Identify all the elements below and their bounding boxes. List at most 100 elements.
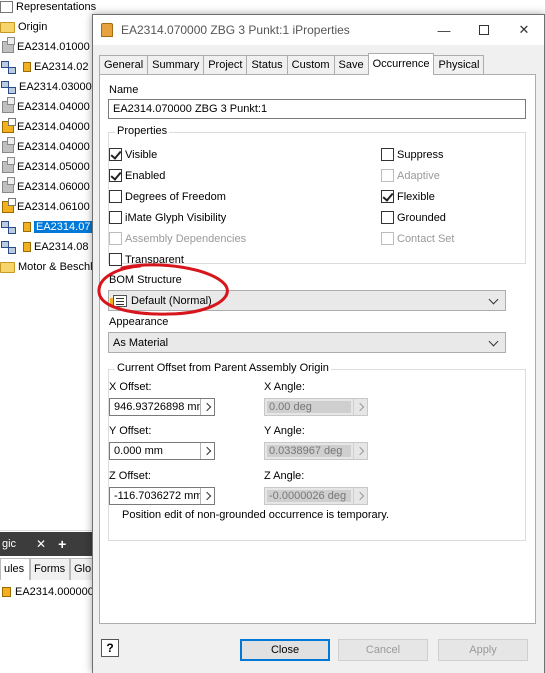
x-angle-input: 0.00 deg: [264, 398, 368, 416]
tree-row[interactable]: EA2314.04000: [0, 97, 90, 117]
tree-row-selected[interactable]: EA2314.07: [0, 217, 93, 237]
chevron-right-icon: [353, 488, 367, 504]
title-bar: EA2314.070000 ZBG 3 Punkt:1 iProperties …: [93, 15, 544, 45]
contact-set-checkbox: Contact Set: [381, 232, 454, 245]
add-icon[interactable]: +: [58, 536, 66, 552]
z-angle-input: -0.0000026 deg: [264, 487, 368, 505]
chevron-right-icon: [353, 399, 367, 415]
tab-custom[interactable]: Custom: [286, 55, 335, 75]
tree-row[interactable]: EA2314.06100: [0, 197, 90, 217]
chevron-right-icon[interactable]: [200, 443, 214, 459]
checkbox-icon: [109, 232, 122, 245]
tree-row-motor[interactable]: Motor & Beschl: [0, 257, 93, 277]
visible-checkbox[interactable]: Visible: [109, 148, 157, 161]
degrees-of-freedom-checkbox[interactable]: Degrees of Freedom: [109, 190, 226, 203]
assembly-icon: [0, 220, 16, 234]
assembly-icon: [0, 60, 16, 74]
close-button[interactable]: Close: [240, 639, 330, 661]
ilogic-subtabs: ules Forms Glo: [0, 558, 100, 580]
y-angle-label: Y Angle:: [264, 425, 305, 437]
chevron-right-icon[interactable]: [200, 488, 214, 504]
chevron-down-icon: [487, 333, 501, 352]
transparent-checkbox[interactable]: Transparent: [109, 253, 184, 266]
maximize-button[interactable]: [464, 23, 504, 38]
maximize-icon: [479, 24, 489, 35]
folder-icon: [0, 21, 15, 33]
temporary-edit-note: Position edit of non-grounded occurrence…: [122, 509, 389, 521]
assembly-icon: [0, 80, 16, 94]
checkbox-icon: [109, 190, 122, 203]
tree-row[interactable]: EA2314.06000: [0, 177, 90, 197]
tree-row-origin[interactable]: Origin: [0, 17, 47, 37]
dialog-footer: ? Close Cancel Apply: [93, 631, 544, 673]
enabled-checkbox[interactable]: Enabled: [109, 169, 165, 182]
tab-status[interactable]: Status: [246, 55, 288, 75]
adaptive-checkbox: Adaptive: [381, 169, 440, 182]
close-icon[interactable]: ✕: [36, 537, 46, 551]
tree-row[interactable]: EA2314.02: [0, 57, 88, 77]
appearance-select[interactable]: As Material: [108, 332, 506, 353]
appearance-label: Appearance: [109, 316, 169, 328]
tree-row[interactable]: EA2314.08: [0, 237, 88, 257]
tab-general[interactable]: General: [99, 55, 149, 75]
properties-group-title: Properties: [115, 125, 170, 137]
checkbox-checked-icon: [109, 169, 122, 182]
assembly-icon: [0, 240, 16, 254]
part-icon: [2, 198, 16, 213]
y-offset-input[interactable]: 0.000 mm: [109, 442, 215, 460]
lock-icon: [2, 587, 11, 597]
grounded-checkbox[interactable]: Grounded: [381, 211, 446, 224]
ilogic-tab-bar: gic ✕ +: [0, 532, 100, 556]
tab-physical[interactable]: Physical: [433, 55, 485, 75]
tab-project[interactable]: Project: [203, 55, 248, 75]
assembly-dependencies-checkbox: Assembly Dependencies: [109, 232, 246, 245]
tree-row[interactable]: EA2314.01000: [0, 37, 90, 57]
part-icon: [2, 157, 15, 173]
imate-glyph-checkbox[interactable]: iMate Glyph Visibility: [109, 211, 226, 224]
iproperties-dialog: EA2314.070000 ZBG 3 Punkt:1 iProperties …: [92, 14, 545, 673]
x-offset-label: X Offset:: [109, 381, 152, 393]
occurrence-tab-page: Name EA2314.070000 ZBG 3 Punkt:1 Propert…: [99, 74, 536, 624]
list-item[interactable]: EA2314.000000: [0, 584, 100, 600]
tree-row[interactable]: EA2314.03000: [0, 77, 92, 97]
chevron-right-icon: [353, 443, 367, 459]
checkbox-icon: [109, 253, 122, 266]
checkbox-icon: [381, 148, 394, 161]
minimize-button[interactable]: —: [424, 23, 464, 38]
ilogic-tab[interactable]: gic: [0, 538, 36, 550]
lock-icon: [23, 62, 31, 72]
lock-icon: [23, 242, 31, 252]
y-offset-label: Y Offset:: [109, 425, 152, 437]
tab-summary[interactable]: Summary: [147, 55, 205, 75]
tab-rules[interactable]: ules: [0, 558, 30, 580]
y-angle-input: 0.0338967 deg: [264, 442, 368, 460]
bom-structure-select[interactable]: Default (Normal): [108, 290, 506, 311]
checkbox-icon: [381, 232, 394, 245]
tree-row[interactable]: EA2314.04000: [0, 137, 90, 157]
x-angle-label: X Angle:: [264, 381, 305, 393]
z-offset-input[interactable]: -116.7036272 mm: [109, 487, 215, 505]
tab-occurrence[interactable]: Occurrence: [367, 53, 435, 75]
name-label: Name: [109, 84, 139, 96]
flexible-checkbox[interactable]: Flexible: [381, 190, 435, 203]
bom-normal-icon: [110, 294, 127, 307]
checkbox-checked-icon: [109, 148, 122, 161]
part-icon: [2, 137, 15, 153]
cancel-button: Cancel: [338, 639, 428, 661]
tree-row[interactable]: EA2314.04000: [0, 117, 90, 137]
tab-save[interactable]: Save: [333, 55, 369, 75]
representations-icon: [0, 1, 13, 13]
tree-row[interactable]: EA2314.05000: [0, 157, 90, 177]
chevron-right-icon[interactable]: [200, 399, 214, 415]
tab-strip: General Summary Project Status Custom Sa…: [99, 53, 485, 75]
tab-forms[interactable]: Forms: [30, 558, 70, 580]
suppress-checkbox[interactable]: Suppress: [381, 148, 443, 161]
tree-row-representations[interactable]: Representations: [0, 0, 96, 17]
checkbox-icon: [109, 211, 122, 224]
help-button[interactable]: ?: [101, 639, 119, 657]
name-field[interactable]: EA2314.070000 ZBG 3 Punkt:1: [108, 99, 526, 119]
x-offset-input[interactable]: 946.93726898 mm: [109, 398, 215, 416]
checkbox-icon: [381, 169, 394, 182]
folder-icon: [0, 261, 15, 273]
close-window-button[interactable]: ✕: [504, 22, 544, 38]
